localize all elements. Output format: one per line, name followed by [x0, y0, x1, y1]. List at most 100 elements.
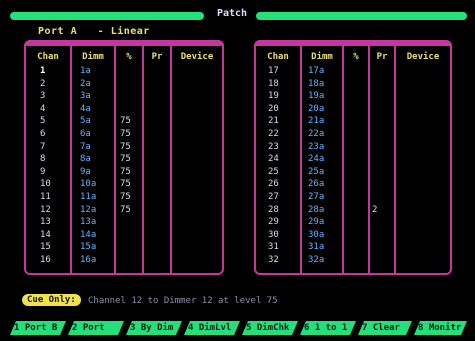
cell-dimm: 18a [308, 78, 325, 89]
cell-dimm: 5a [80, 116, 91, 127]
cell-pct: 75 [120, 116, 131, 127]
cell-pct: 75 [120, 129, 131, 139]
fkey-port-b[interactable]: 1 Port B [10, 321, 66, 335]
port-label: Port A [38, 26, 78, 37]
cell-chan: 2 [40, 78, 46, 89]
cell-dimm: 8a [80, 154, 91, 165]
cell-dimm: 25a [308, 166, 325, 177]
cell-dimm: 28a [308, 204, 325, 215]
status-message: Channel 12 to Dimmer 12 at level 75 [88, 296, 278, 306]
column-divider [394, 46, 396, 273]
cell-chan: 1 [40, 66, 46, 76]
cell-dimm: 32a [308, 255, 325, 265]
cell-chan: 21 [268, 116, 279, 127]
cell-dimm: 27a [308, 192, 325, 202]
cell-dimm: 3a [80, 91, 91, 102]
cell-chan: 6 [40, 129, 46, 139]
cell-dimm: 22a [308, 129, 325, 139]
cell-chan: 24 [268, 154, 279, 165]
cell-dimm: 9a [80, 166, 91, 177]
col-header-priority: Pr [151, 52, 163, 62]
cell-chan: 26 [268, 179, 279, 190]
col-header-chan: Chan [37, 52, 59, 62]
col-header-device: Device [406, 52, 440, 62]
cell-dimm: 17a [308, 66, 325, 76]
cell-chan: 7 [40, 141, 46, 152]
column-divider [368, 46, 370, 273]
cell-chan: 5 [40, 116, 46, 127]
cell-dimm: 7a [80, 141, 91, 152]
cell-chan: 11 [40, 192, 51, 202]
function-key-bar: 1 Port B 2 Port 3 By Dim 4 DimLvl 5 DimC… [10, 321, 467, 335]
column-divider [170, 46, 172, 273]
patch-table-right: Chan Dimm % Pr Device 17 17a 18 18a 19 19a 20 2… [254, 40, 452, 275]
cell-chan: 23 [268, 141, 279, 152]
cell-chan: 32 [268, 255, 279, 265]
cell-dimm: 23a [308, 141, 325, 152]
fkey-dimchk[interactable]: 5 DimChk [242, 321, 298, 335]
cell-chan: 27 [268, 192, 279, 202]
cell-dimm: 19a [308, 91, 325, 102]
cell-chan: 29 [268, 217, 279, 228]
cell-chan: 25 [268, 166, 279, 177]
port-subtitle: Port A - Linear [38, 26, 164, 37]
cell-dimm: 2a [80, 78, 91, 89]
fkey-1-to-1[interactable]: 6 1 to 1 [300, 321, 356, 335]
cell-chan: 22 [268, 129, 279, 139]
cell-dimm: 13a [80, 217, 97, 228]
cell-dimm: 16a [80, 255, 97, 265]
cell-chan: 4 [40, 103, 46, 114]
fkey-port[interactable]: 2 Port [68, 321, 124, 335]
col-header-dimm: Dimm [82, 52, 104, 62]
cell-chan: 8 [40, 154, 46, 165]
cell-dimm: 21a [308, 116, 325, 127]
column-divider [70, 46, 72, 273]
mode-label: - Linear [97, 26, 150, 37]
patch-table-left: Chan Dimm % Pr Device 1 1a 2 2a 3 3a 4 4a 5 5a 75 6… [24, 40, 224, 275]
col-header-chan: Chan [267, 52, 289, 62]
cell-dimm: 20a [308, 103, 325, 114]
cell-dimm: 10a [80, 179, 97, 190]
cell-chan: 31 [268, 242, 279, 253]
cell-chan: 3 [40, 91, 46, 102]
cell-dimm: 29a [308, 217, 325, 228]
column-divider [300, 46, 302, 273]
cell-dimm: 31a [308, 242, 325, 253]
cell-dimm: 6a [80, 129, 91, 139]
cell-chan: 12 [40, 204, 51, 215]
cell-pct: 75 [120, 192, 131, 202]
fkey-dimlvl[interactable]: 4 DimLvl [184, 321, 240, 335]
cell-dimm: 30a [308, 229, 325, 240]
cell-chan: 19 [268, 91, 279, 102]
cell-chan: 14 [40, 229, 51, 240]
col-header-device: Device [180, 52, 214, 62]
cell-dimm: 15a [80, 242, 97, 253]
cell-chan: 10 [40, 179, 51, 190]
page-title: Patch [216, 8, 248, 19]
cell-dimm: 12a [80, 204, 97, 215]
cell-chan: 20 [268, 103, 279, 114]
cell-chan: 17 [268, 66, 279, 76]
panel-top-bar [24, 40, 224, 46]
cell-pct: 75 [120, 179, 131, 190]
col-header-dimm: Dimm [311, 52, 333, 62]
title-rule-left [10, 12, 204, 20]
cell-chan: 15 [40, 242, 51, 253]
cell-dimm: 11a [80, 192, 97, 202]
cell-pct: 75 [120, 204, 131, 215]
column-divider [342, 46, 344, 273]
cell-chan: 13 [40, 217, 51, 228]
cell-pct: 75 [120, 154, 131, 165]
col-header-priority: Pr [376, 52, 388, 62]
cell-dimm: 24a [308, 154, 325, 165]
cell-chan: 16 [40, 255, 51, 265]
cell-dimm: 26a [308, 179, 325, 190]
cell-chan: 30 [268, 229, 279, 240]
cell-dimm: 4a [80, 103, 91, 114]
cell-pr: 2 [372, 204, 378, 215]
cue-only-badge: Cue Only: [22, 294, 81, 306]
fkey-monitor[interactable]: 8 Monitr [414, 321, 467, 335]
fkey-clear[interactable]: 7 Clear [358, 321, 412, 335]
column-divider [114, 46, 116, 273]
fkey-by-dim[interactable]: 3 By Dim [126, 321, 182, 335]
